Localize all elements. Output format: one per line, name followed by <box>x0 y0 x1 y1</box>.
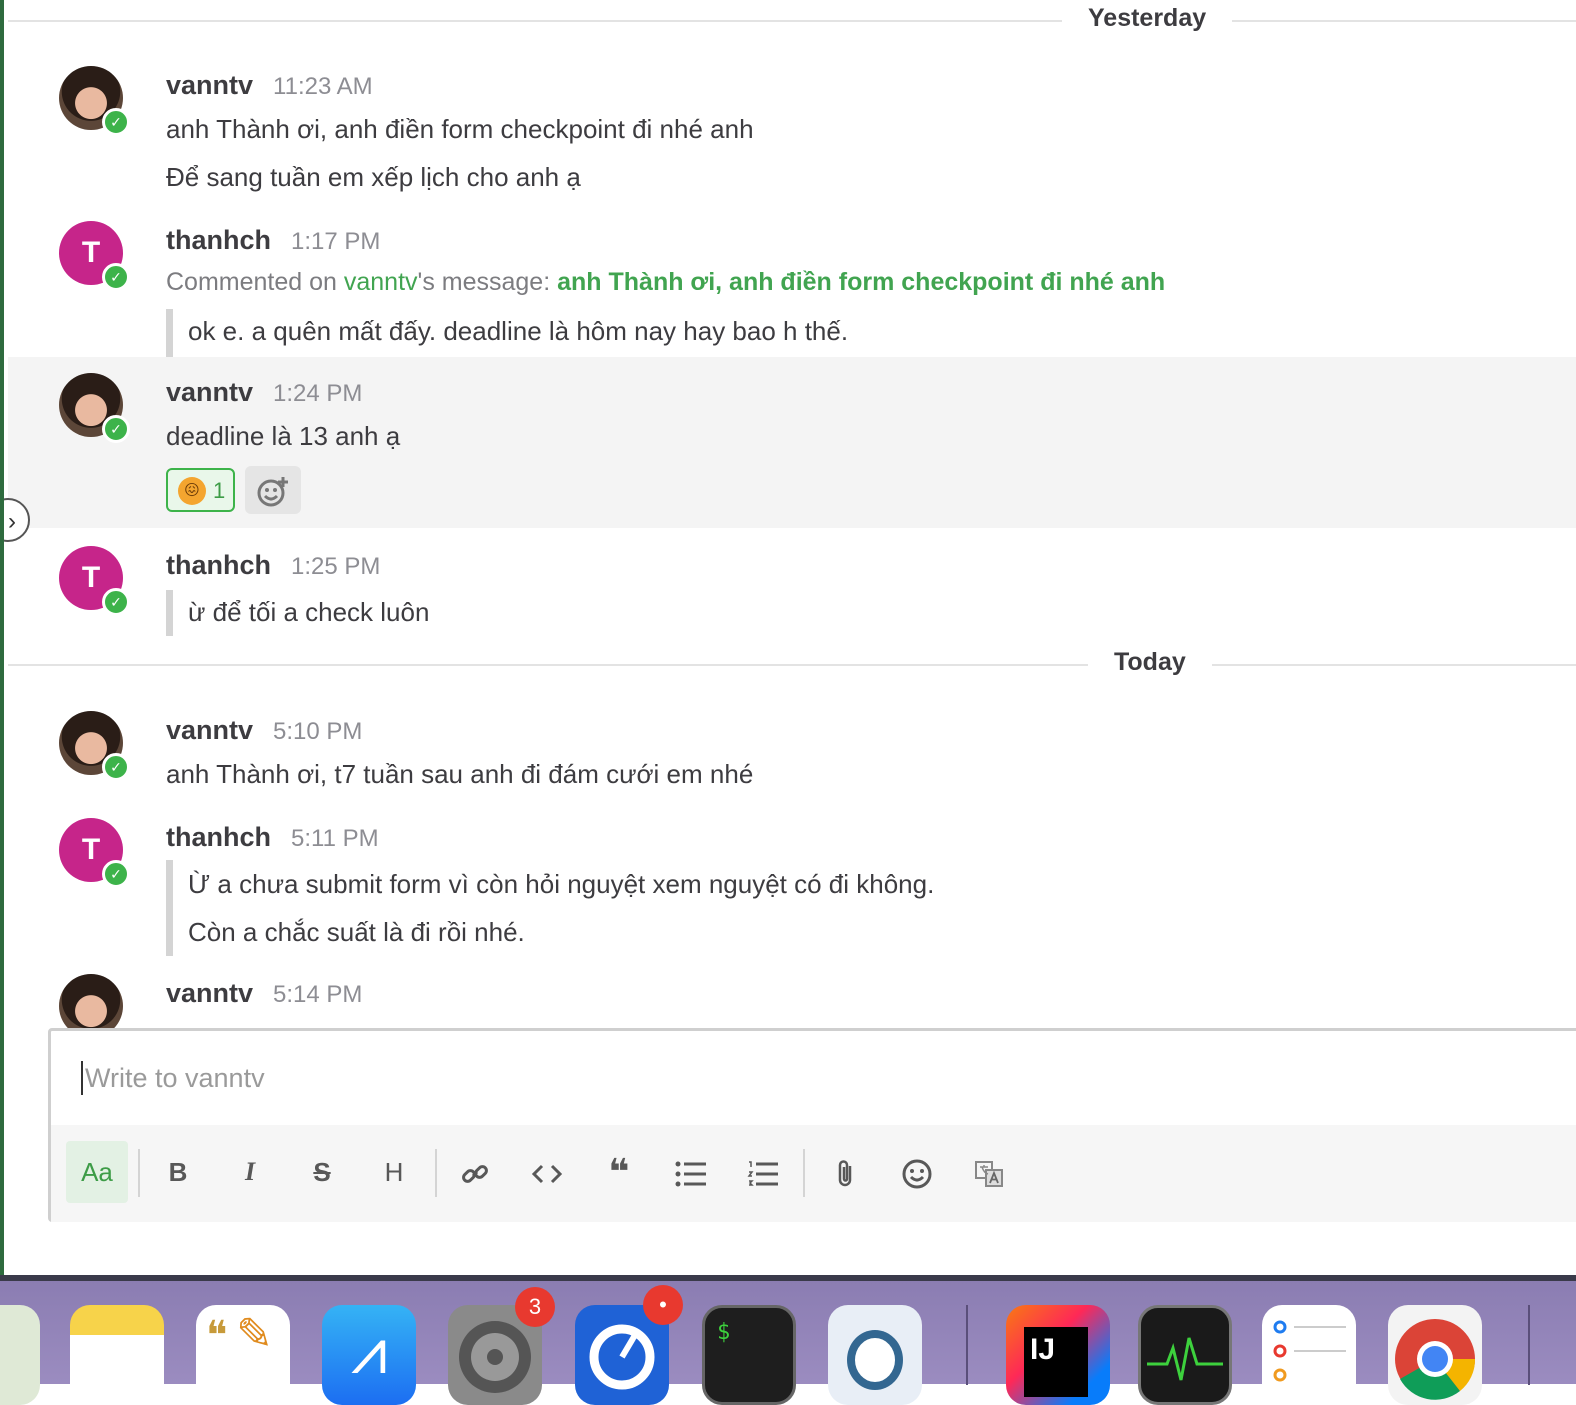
message-text: anh Thành ơi, t7 tuần sau anh đi đám cướ… <box>166 759 754 789</box>
app-store-icon[interactable]: ⩘ <box>322 1305 416 1405</box>
comment-target-message[interactable]: anh Thành ơi, anh điền form checkpoint đ… <box>557 268 1165 296</box>
reaction-button[interactable]: 😖 1 <box>166 468 235 512</box>
add-reaction-icon[interactable] <box>245 466 301 514</box>
message-item-hovered: ✓ vanntv 1:24 PM deadline là 13 anh ạ 😖 1 <box>8 357 1576 528</box>
message-author: vanntv 5:14 PM <box>166 978 362 1009</box>
message-author: vanntv 1:24 PM <box>166 377 362 408</box>
message-author: thanhch 1:17 PM <box>166 225 380 256</box>
postgresql-app-icon[interactable] <box>828 1305 922 1405</box>
message-author: thanhch 1:25 PM <box>166 550 380 581</box>
message-composer: Write to vanntv Aa B I S H ❝ <box>48 1028 1576 1222</box>
message-text: ok e. a quên mất đấy. deadline là hôm na… <box>188 316 849 346</box>
online-status-icon: ✓ <box>102 588 130 616</box>
date-separator-line <box>8 20 1576 22</box>
reply-quote: Ừ a chưa submit form vì còn hỏi nguyệt x… <box>166 860 934 956</box>
message-time: 5:14 PM <box>273 981 363 1008</box>
intellij-label: IJ <box>1024 1327 1088 1397</box>
comment-context: Commented on vanntv's message: anh Thành… <box>166 268 1165 297</box>
macos-dock: ❝ ✎ ⩘ 3 • $ IJ <box>0 1275 1576 1405</box>
notification-badge: 3 <box>515 1287 555 1327</box>
maps-app-icon[interactable] <box>0 1305 40 1405</box>
message-author: thanhch 5:11 PM <box>166 822 379 853</box>
author-name[interactable]: thanhch <box>166 550 271 580</box>
message-item: T ✓ thanhch 5:11 PM Ừ a chưa submit form … <box>8 812 1576 962</box>
attachment-icon[interactable] <box>814 1141 876 1203</box>
date-separator-line <box>8 664 1576 666</box>
message-item: vanntv 5:14 PM <box>8 968 1576 1028</box>
message-time: 1:17 PM <box>291 228 381 255</box>
author-name[interactable]: vanntv <box>166 978 253 1008</box>
message-item: ✓ vanntv 5:10 PM anh Thành ơi, t7 tuần sa… <box>8 705 1576 805</box>
strikethrough-button[interactable]: S <box>291 1141 353 1203</box>
numbered-list-icon[interactable] <box>732 1141 794 1203</box>
avatar-vanntv[interactable] <box>59 974 123 1028</box>
comment-mid: 's message: <box>417 268 558 296</box>
comment-target-user[interactable]: vanntv <box>344 268 418 296</box>
format-toggle-button[interactable]: Aa <box>66 1141 128 1203</box>
message-text: anh Thành ơi, anh điền form checkpoint đ… <box>166 114 754 144</box>
message-time: 1:25 PM <box>291 553 381 580</box>
toolbar-divider <box>138 1149 140 1197</box>
emoji-icon[interactable] <box>886 1141 948 1203</box>
chat-window: Yesterday ✓ vanntv 11:23 AM anh Thành ơi,… <box>0 0 1576 1275</box>
online-status-icon: ✓ <box>102 753 130 781</box>
message-author: vanntv 11:23 AM <box>166 70 373 101</box>
reminders-app-icon[interactable] <box>1262 1305 1356 1405</box>
author-name[interactable]: vanntv <box>166 70 253 100</box>
message-input[interactable]: Write to vanntv <box>81 1061 265 1095</box>
message-text: Còn a chắc suất là đi rồi nhé. <box>188 917 525 947</box>
dock-divider <box>1528 1305 1530 1385</box>
date-separator-yesterday: Yesterday <box>1062 4 1233 33</box>
quote-icon[interactable]: ❝ <box>588 1141 650 1203</box>
message-time: 11:23 AM <box>273 73 373 100</box>
date-separator-today: Today <box>1088 648 1212 677</box>
translate-icon[interactable] <box>958 1141 1020 1203</box>
code-icon[interactable] <box>516 1141 578 1203</box>
terminal-app-icon[interactable]: $ <box>702 1305 796 1405</box>
online-status-icon: ✓ <box>102 860 130 888</box>
message-item: ✓ vanntv 11:23 AM anh Thành ơi, anh điền … <box>8 60 1576 210</box>
author-name[interactable]: vanntv <box>166 715 253 745</box>
reaction-count: 1 <box>213 478 226 503</box>
intellij-idea-icon[interactable]: IJ <box>1006 1305 1110 1405</box>
online-status-icon: ✓ <box>102 263 130 291</box>
chrome-app-icon[interactable] <box>1388 1305 1482 1405</box>
message-text: deadline là 13 anh ạ <box>166 421 401 451</box>
comment-prefix: Commented on <box>166 268 344 296</box>
bold-button[interactable]: B <box>147 1141 209 1203</box>
message-time: 1:24 PM <box>273 380 363 407</box>
message-time: 5:10 PM <box>273 718 363 745</box>
message-text: ừ để tối a check luôn <box>188 597 430 627</box>
message-time: 5:11 PM <box>291 825 379 852</box>
author-name[interactable]: vanntv <box>166 377 253 407</box>
terminal-prompt: $ <box>717 1320 731 1345</box>
activity-monitor-icon[interactable] <box>1138 1305 1232 1405</box>
textedit-app-icon[interactable]: ❝ ✎ <box>196 1305 290 1405</box>
reply-quote: ừ để tối a check luôn <box>166 590 429 636</box>
message-item: T ✓ thanhch 1:17 PM Commented on vanntv's… <box>8 215 1576 357</box>
toolbar-divider <box>803 1149 805 1197</box>
online-status-icon: ✓ <box>102 108 130 136</box>
dock-divider <box>966 1305 968 1385</box>
reply-quote: ok e. a quên mất đấy. deadline là hôm na… <box>166 309 848 357</box>
italic-button[interactable]: I <box>219 1141 281 1203</box>
confounded-emoji-icon: 😖 <box>178 477 206 505</box>
formatting-toolbar: Aa B I S H ❝ <box>51 1125 1576 1222</box>
notes-app-icon[interactable] <box>70 1305 164 1405</box>
message-author: vanntv 5:10 PM <box>166 715 362 746</box>
online-status-icon: ✓ <box>102 415 130 443</box>
message-text: Ừ a chưa submit form vì còn hỏi nguyệt x… <box>188 869 935 899</box>
author-name[interactable]: thanhch <box>166 822 271 852</box>
author-name[interactable]: thanhch <box>166 225 271 255</box>
heading-button[interactable]: H <box>363 1141 425 1203</box>
bullet-list-icon[interactable] <box>660 1141 722 1203</box>
message-item: T ✓ thanhch 1:25 PM ừ để tối a check luôn <box>8 540 1576 640</box>
message-text: Để sang tuần em xếp lịch cho anh ạ <box>166 162 581 192</box>
toolbar-divider <box>435 1149 437 1197</box>
notification-badge: • <box>643 1285 683 1325</box>
link-icon[interactable] <box>444 1141 506 1203</box>
